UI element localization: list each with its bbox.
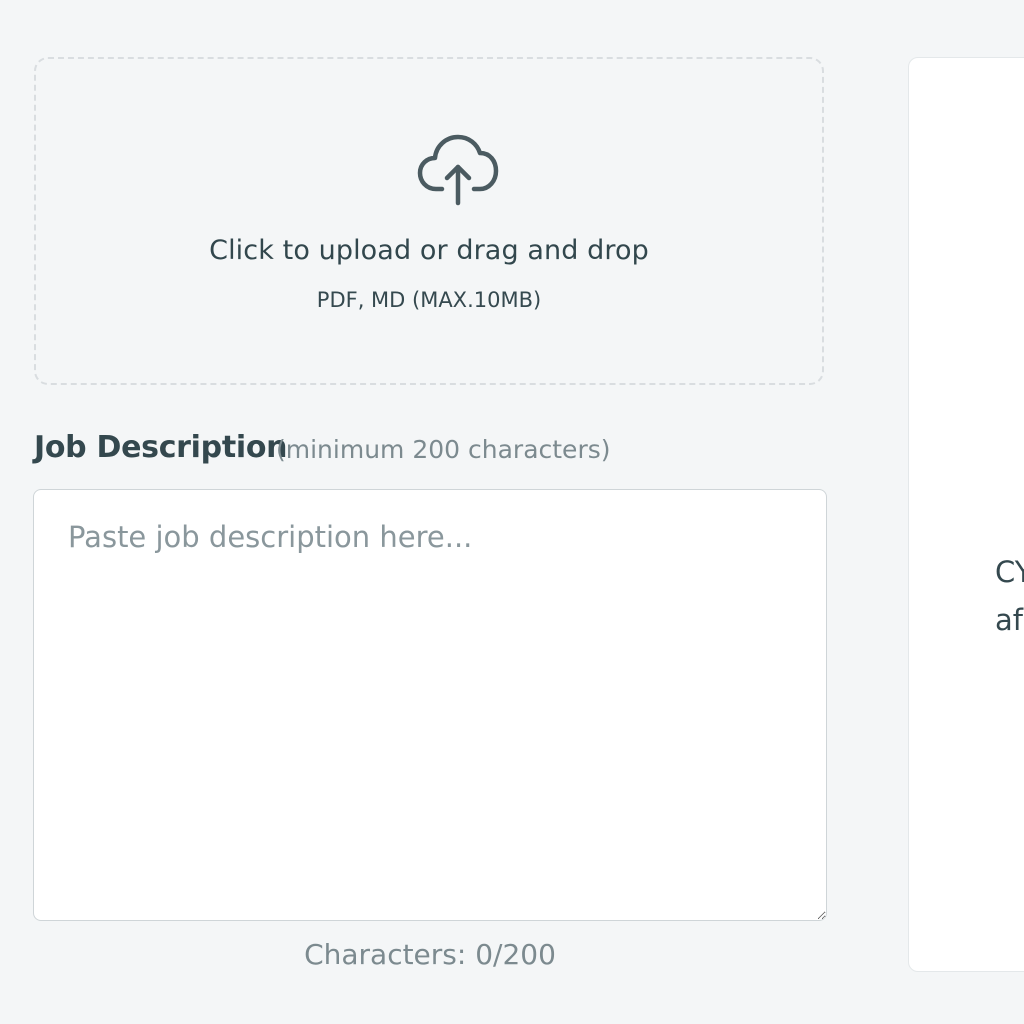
job-description-textarea[interactable] bbox=[33, 489, 827, 921]
character-count: Characters: 0/200 bbox=[304, 938, 556, 971]
preview-panel: CY af bbox=[908, 57, 1024, 972]
preview-text-line: CY bbox=[995, 555, 1024, 589]
job-description-hint: (minimum 200 characters) bbox=[276, 435, 611, 464]
upload-file-types: PDF, MD (MAX.10MB) bbox=[316, 288, 542, 312]
upload-title: Click to upload or drag and drop bbox=[209, 235, 649, 266]
page: Click to upload or drag and drop PDF, MD… bbox=[0, 0, 1024, 1024]
preview-text-line: af bbox=[995, 603, 1023, 637]
cloud-upload-icon bbox=[417, 134, 499, 206]
file-upload-dropzone[interactable]: Click to upload or drag and drop PDF, MD… bbox=[34, 57, 824, 385]
job-description-label: Job Description bbox=[34, 430, 288, 465]
